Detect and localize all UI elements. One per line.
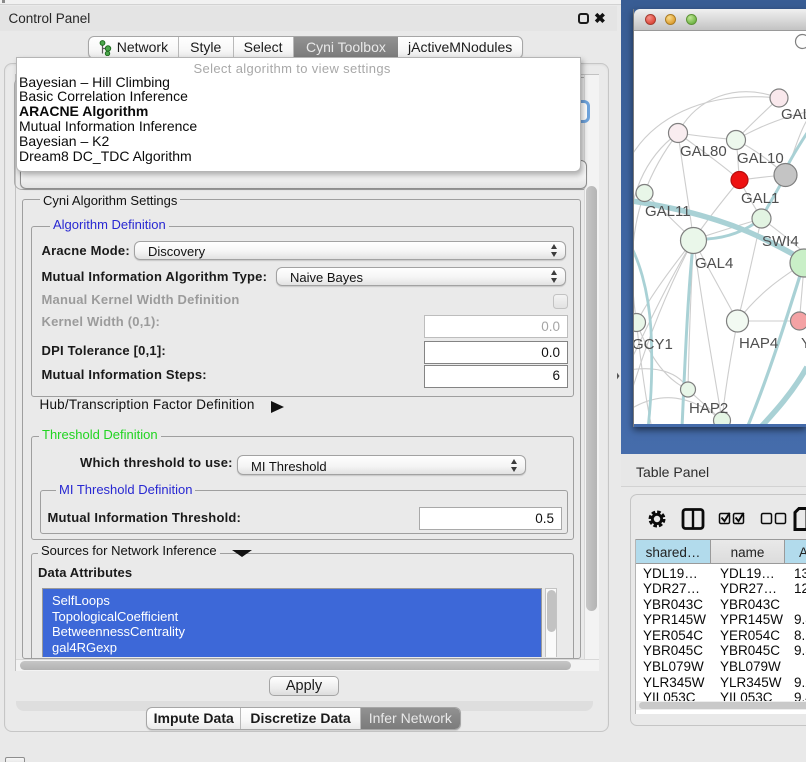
- svg-text:GCY1: GCY1: [634, 336, 673, 353]
- svg-text:GAL4: GAL4: [695, 255, 733, 272]
- svg-text:HAP2: HAP2: [689, 400, 728, 417]
- svg-text:GAL11: GAL11: [645, 203, 691, 220]
- svg-text:GAL80: GAL80: [680, 143, 727, 160]
- svg-text:Y: Y: [801, 335, 806, 352]
- svg-text:GAL: GAL: [781, 106, 806, 123]
- svg-text:GAL10: GAL10: [737, 150, 784, 167]
- svg-text:GAL1: GAL1: [741, 190, 779, 207]
- svg-text:SWI4: SWI4: [762, 233, 799, 250]
- svg-text:HAP4: HAP4: [739, 335, 778, 352]
